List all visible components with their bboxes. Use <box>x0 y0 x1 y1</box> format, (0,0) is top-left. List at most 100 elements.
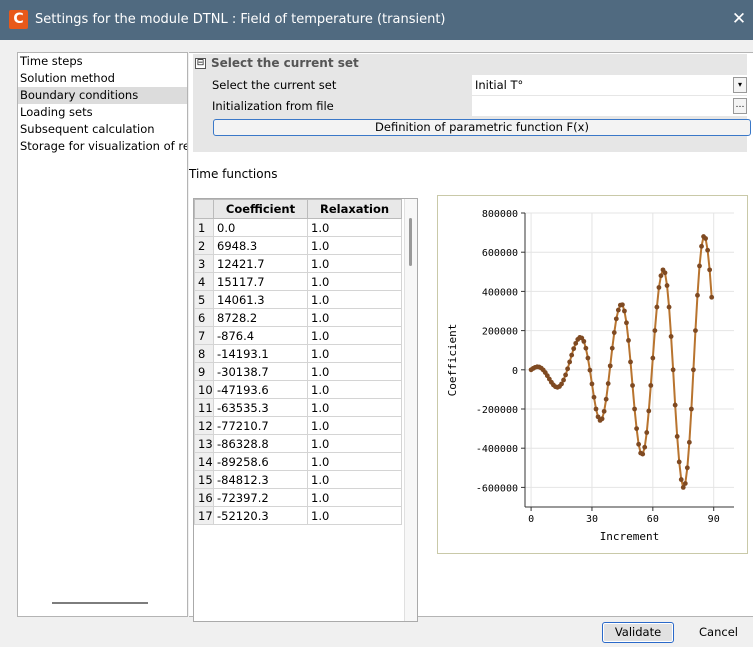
coefficient-cell[interactable]: 14061.3 <box>213 290 308 309</box>
coefficient-cell[interactable]: -30138.7 <box>213 362 308 381</box>
table-row[interactable]: 5 14061.3 1.0 <box>194 290 402 309</box>
data-point <box>688 406 694 412</box>
coefficient-cell[interactable]: -89258.6 <box>213 452 308 471</box>
relaxation-cell[interactable]: 1.0 <box>307 380 402 399</box>
column-header[interactable]: Coefficient <box>213 199 308 219</box>
table-row[interactable]: 9 -30138.7 1.0 <box>194 362 402 381</box>
dropdown-arrow-icon[interactable]: ▾ <box>733 77 747 93</box>
coefficient-cell[interactable]: -84812.3 <box>213 470 308 489</box>
data-point <box>634 426 640 431</box>
settings-tree: Time steps Solution method Boundary cond… <box>17 52 188 617</box>
table-row[interactable]: 12 -77210.7 1.0 <box>194 416 402 435</box>
data-point <box>654 304 660 310</box>
relaxation-cell[interactable]: 1.0 <box>307 236 402 255</box>
coefficient-cell[interactable]: -63535.3 <box>213 398 308 417</box>
table-row[interactable]: 4 15117.7 1.0 <box>194 272 402 291</box>
data-point <box>615 307 621 313</box>
time-functions-grid[interactable]: Coefficient Relaxation 1 0.0 1.0 2 6948.3 1.0… <box>193 198 418 622</box>
coefficient-cell[interactable]: 0.0 <box>213 218 308 237</box>
table-row[interactable]: 16 -72397.2 1.0 <box>194 488 402 507</box>
data-point <box>648 383 654 388</box>
coefficient-cell[interactable]: -77210.7 <box>213 416 308 435</box>
table-row[interactable]: 15 -84812.3 1.0 <box>194 470 402 489</box>
row-index: 6 <box>194 308 214 327</box>
table-row[interactable]: 1 0.0 1.0 <box>194 218 402 237</box>
coefficient-cell[interactable]: -47193.6 <box>213 380 308 399</box>
ellipsis-icon[interactable]: … <box>733 98 747 114</box>
data-point <box>581 338 587 344</box>
coefficient-cell[interactable]: 15117.7 <box>213 272 308 291</box>
table-row[interactable]: 3 12421.7 1.0 <box>194 254 402 273</box>
current-set-select[interactable]: Initial T° ▾ <box>472 75 747 95</box>
relaxation-cell[interactable]: 1.0 <box>307 344 402 363</box>
nav-item-subsequent-calculation[interactable]: Subsequent calculation <box>18 121 187 138</box>
close-icon[interactable]: ✕ <box>731 9 747 29</box>
data-point <box>585 355 591 361</box>
data-point <box>668 334 674 339</box>
relaxation-cell[interactable]: 1.0 <box>307 290 402 309</box>
table-row[interactable]: 6 8728.2 1.0 <box>194 308 402 327</box>
data-point <box>699 243 704 249</box>
parametric-function-button[interactable]: Definition of parametric function F(x) <box>213 119 751 136</box>
data-point <box>658 273 664 279</box>
data-point <box>707 267 713 273</box>
data-point <box>684 465 690 471</box>
data-point <box>624 320 629 326</box>
table-row[interactable]: 11 -63535.3 1.0 <box>194 398 402 417</box>
relaxation-cell[interactable]: 1.0 <box>307 416 402 435</box>
relaxation-cell[interactable]: 1.0 <box>307 272 402 291</box>
data-point <box>593 406 599 412</box>
table-row[interactable]: 14 -89258.6 1.0 <box>194 452 402 471</box>
coefficient-cell[interactable]: 6948.3 <box>213 236 308 255</box>
relaxation-cell[interactable]: 1.0 <box>307 488 402 507</box>
table-row[interactable]: 2 6948.3 1.0 <box>194 236 402 255</box>
horizontal-scrollbar[interactable] <box>52 602 148 604</box>
column-header[interactable]: Relaxation <box>307 199 402 219</box>
window-title: Settings for the module DTNL : Field of … <box>35 12 446 27</box>
table-row[interactable]: 10 -47193.6 1.0 <box>194 380 402 399</box>
coefficient-cell[interactable]: 8728.2 <box>213 308 308 327</box>
row-index: 3 <box>194 254 214 273</box>
collapse-icon[interactable]: ⊟ <box>195 58 206 69</box>
relaxation-cell[interactable]: 1.0 <box>307 452 402 471</box>
row-index: 16 <box>194 488 214 507</box>
cancel-button[interactable]: Cancel <box>684 622 753 643</box>
table-row[interactable]: 13 -86328.8 1.0 <box>194 434 402 453</box>
coefficient-cell[interactable]: -86328.8 <box>213 434 308 453</box>
table-row[interactable]: 7 -876.4 1.0 <box>194 326 402 345</box>
nav-item-storage-visualization[interactable]: Storage for visualization of res <box>18 138 187 155</box>
data-point <box>603 396 609 402</box>
relaxation-cell[interactable]: 1.0 <box>307 470 402 489</box>
scrollbar-thumb[interactable] <box>409 218 412 266</box>
group-header[interactable]: ⊟ Select the current set <box>193 54 747 74</box>
relaxation-cell[interactable]: 1.0 <box>307 434 402 453</box>
data-point <box>609 345 615 351</box>
data-point <box>632 406 637 412</box>
nav-item-loading-sets[interactable]: Loading sets <box>18 104 187 121</box>
relaxation-cell[interactable]: 1.0 <box>307 218 402 237</box>
relaxation-cell[interactable]: 1.0 <box>307 254 402 273</box>
data-point <box>644 430 650 435</box>
coefficient-cell[interactable]: 12421.7 <box>213 254 308 273</box>
table-row[interactable]: 8 -14193.1 1.0 <box>194 344 402 363</box>
data-point <box>703 236 708 241</box>
nav-item-time-steps[interactable]: Time steps <box>18 53 187 70</box>
relaxation-cell[interactable]: 1.0 <box>307 308 402 327</box>
relaxation-cell[interactable]: 1.0 <box>307 398 402 417</box>
coefficient-cell[interactable]: -876.4 <box>213 326 308 345</box>
data-point <box>640 451 646 457</box>
coefficient-cell[interactable]: -52120.3 <box>213 506 308 525</box>
relaxation-cell[interactable]: 1.0 <box>307 362 402 381</box>
row-index: 15 <box>194 470 214 489</box>
coefficient-cell[interactable]: -72397.2 <box>213 488 308 507</box>
nav-item-boundary-conditions[interactable]: Boundary conditions <box>18 87 187 104</box>
table-row[interactable]: 17 -52120.3 1.0 <box>194 506 402 525</box>
nav-item-solution-method[interactable]: Solution method <box>18 70 187 87</box>
vertical-scrollbar[interactable] <box>404 199 417 621</box>
coefficient-cell[interactable]: -14193.1 <box>213 344 308 363</box>
validate-button[interactable]: Validate <box>602 622 674 643</box>
data-point <box>561 377 566 383</box>
relaxation-cell[interactable]: 1.0 <box>307 326 402 345</box>
init-file-field[interactable]: … <box>472 96 747 116</box>
relaxation-cell[interactable]: 1.0 <box>307 506 402 525</box>
